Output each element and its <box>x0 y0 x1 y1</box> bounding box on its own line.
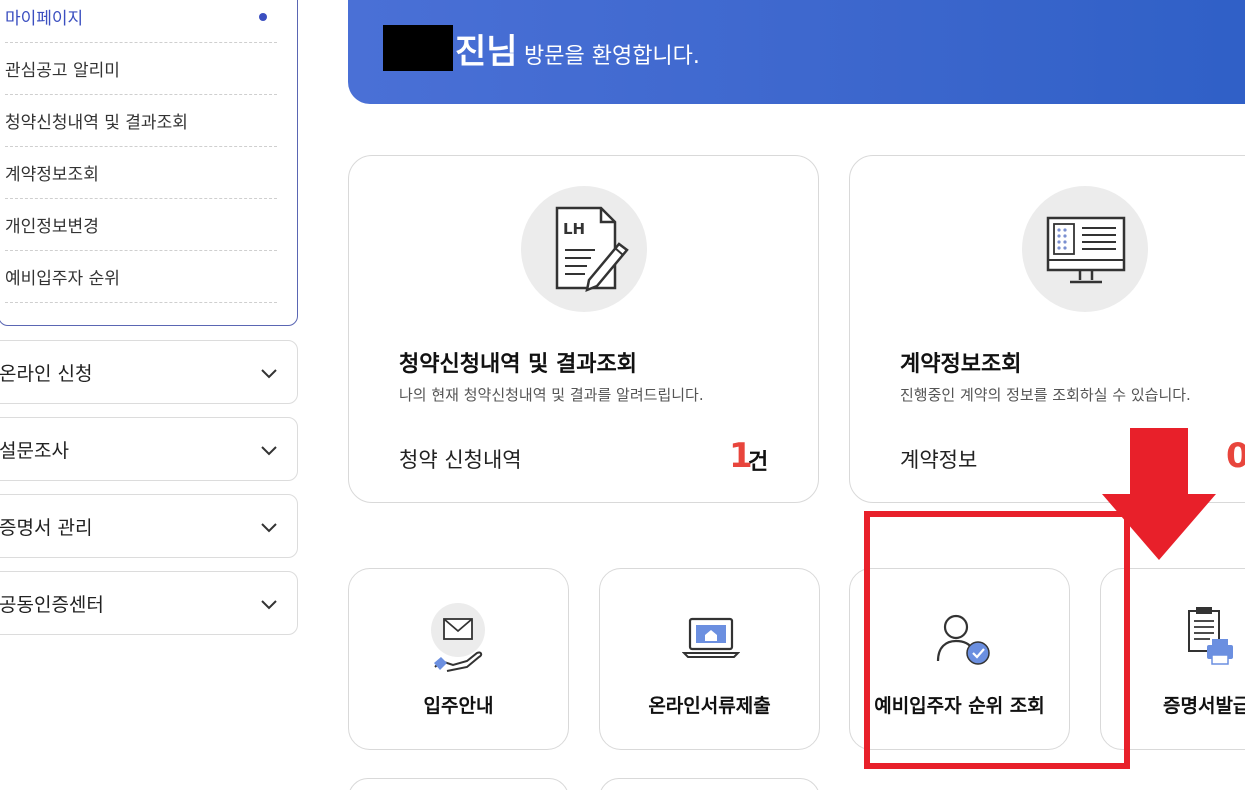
card-count-label: 계약정보 <box>900 448 978 472</box>
card-description: 나의 현재 청약신청내역 및 결과를 알려드립니다. <box>399 386 704 404</box>
card-count-value: 0 <box>1226 436 1245 476</box>
sidebar-mypage-menu: 마이페이지 관심공고 알리미 청약신청내역 및 결과조회 계약정보조회 개인정보… <box>0 0 298 326</box>
redacted-name-block <box>383 25 453 71</box>
greeting-text: 방문을 환영합니다. <box>524 44 700 69</box>
sidebar-item-label: 관심공고 알리미 <box>5 61 120 81</box>
chevron-down-icon <box>261 523 277 533</box>
quick-card-online-document-submission[interactable]: 온라인서류제출 <box>599 568 820 750</box>
accordion-survey[interactable]: 설문조사 <box>0 417 298 481</box>
sidebar-item-waitlist-rank[interactable]: 예비입주자 순위 <box>5 251 277 303</box>
chevron-down-icon <box>261 446 277 456</box>
accordion-label: 증명서 관리 <box>0 516 93 539</box>
quick-card-label: 증명서발급 <box>1163 695 1245 717</box>
sidebar-item-personal-info[interactable]: 개인정보변경 <box>5 199 277 251</box>
lh-logo-text: LH <box>563 220 585 238</box>
quick-card-move-in-guide[interactable]: 입주안내 <box>348 568 569 750</box>
card-application-history[interactable]: LH 청약신청내역 및 결과조회 나의 현재 청약신청내역 및 결과를 알려드립… <box>348 155 819 503</box>
greeting-name: 진님 <box>455 32 518 72</box>
page: 마이페이지 관심공고 알리미 청약신청내역 및 결과조회 계약정보조회 개인정보… <box>0 0 1245 790</box>
lh-document-pen-icon: LH <box>555 206 629 293</box>
sidebar-item-contract-info[interactable]: 계약정보조회 <box>5 147 277 199</box>
chevron-down-icon <box>261 600 277 610</box>
sidebar-item-label: 계약정보조회 <box>5 165 99 185</box>
card-description: 진행중인 계약의 정보를 조회하실 수 있습니다. <box>900 386 1191 404</box>
accordion-public-cert-center[interactable]: 공동인증센터 <box>0 571 298 635</box>
sidebar-item-label: 마이페이지 <box>5 9 84 29</box>
quick-card-next-row[interactable] <box>599 778 820 790</box>
sidebar-item-application-history[interactable]: 청약신청내역 및 결과조회 <box>5 95 277 147</box>
chevron-down-icon <box>261 369 277 379</box>
envelope-hand-icon <box>434 618 483 672</box>
sidebar-item-label: 청약신청내역 및 결과조회 <box>5 113 188 133</box>
accordion-online-application[interactable]: 온라인 신청 <box>0 340 298 404</box>
accordion-certificate[interactable]: 증명서 관리 <box>0 494 298 558</box>
clipboard-printer-icon <box>1188 607 1233 665</box>
arrow-down-icon <box>1102 428 1216 560</box>
card-title: 청약신청내역 및 결과조회 <box>399 352 637 377</box>
card-count-label: 청약 신청내역 <box>399 448 522 472</box>
quick-card-label: 입주안내 <box>423 695 494 717</box>
accordion-label: 온라인 신청 <box>0 362 93 385</box>
sidebar-item-interest-alert[interactable]: 관심공고 알리미 <box>5 43 277 95</box>
sidebar-item-label: 개인정보변경 <box>5 217 99 237</box>
active-dot-icon <box>259 12 267 21</box>
laptop-home-icon <box>682 617 740 658</box>
accordion-label: 공동인증센터 <box>0 593 104 616</box>
sidebar-item-label: 예비입주자 순위 <box>5 269 120 289</box>
highlight-box <box>864 511 1130 769</box>
accordion-label: 설문조사 <box>0 439 69 462</box>
sidebar-item-mypage[interactable]: 마이페이지 <box>5 0 277 43</box>
monitor-icon <box>1046 216 1126 284</box>
quick-card-label: 온라인서류제출 <box>648 695 771 717</box>
card-count-unit: 건 <box>748 450 769 475</box>
quick-card-next-row[interactable] <box>348 778 569 790</box>
card-title: 계약정보조회 <box>900 352 1022 377</box>
